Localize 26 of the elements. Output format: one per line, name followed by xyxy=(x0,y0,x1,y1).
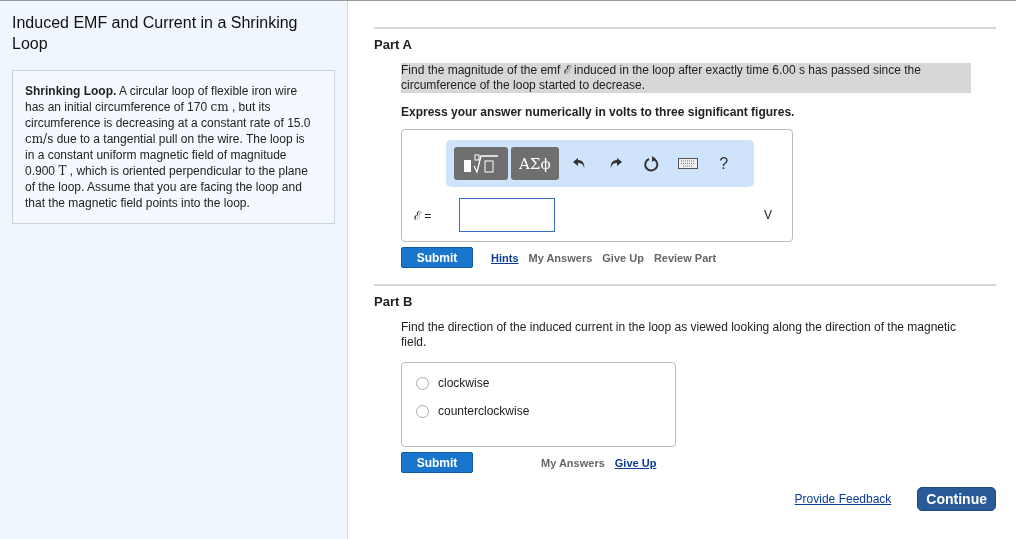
keyboard-icon xyxy=(677,158,698,169)
intro-paragraph: Shrinking Loop. A circular loop of flexible iron wire has an initial circumference of 170 cm , but its circumference is decreasing at a constant rate of 15.0 cm/s due to a tangential pull on the wire. The loop is in a constant uniform magnetic field of magnitude 0.900 T , which is oriented perpendicular to the plane of the loop. Assume that you are facing the loop and that the magnetic field points into the loop. xyxy=(12,70,335,224)
reset-icon xyxy=(643,155,660,172)
submit-button[interactable]: Submit xyxy=(401,452,473,473)
continue-button[interactable]: Continue xyxy=(917,487,996,511)
link[interactable]: Hints xyxy=(491,251,519,264)
part-title: Part B xyxy=(374,294,414,309)
feedback-link[interactable]: Provide Feedback xyxy=(794,492,892,506)
link[interactable]: Give Up xyxy=(614,456,657,469)
part-title: Part A xyxy=(374,37,413,52)
radio-button[interactable] xyxy=(416,376,429,390)
question-text: Find the magnitude of the emf ℰ induced in the loop after exactly time 6.00 s has passed since the circumference of the loop started to decrease. xyxy=(401,63,971,93)
instruction-text: Express your answer numerically in volts to three significant figures. xyxy=(401,105,796,119)
symbols-button[interactable]: ΑΣϕ xyxy=(511,147,559,180)
radio-button[interactable] xyxy=(416,404,429,418)
answer-label: ℰ = xyxy=(414,207,433,224)
option-label: counterclockwise xyxy=(438,404,530,418)
template-icon xyxy=(462,152,500,175)
submit-button[interactable]: Submit xyxy=(401,247,473,268)
template-button[interactable] xyxy=(454,147,508,180)
answer-field[interactable] xyxy=(459,198,555,232)
help-button[interactable]: ? xyxy=(705,148,742,179)
page-title: Induced EMF and Current in a Shrinking Loop xyxy=(12,13,299,54)
unit-label: V xyxy=(764,208,772,222)
question-text: Find the direction of the induced current in the loop as viewed looking along the direction of the magnetic field. xyxy=(401,320,957,350)
option-label: clockwise xyxy=(438,376,490,390)
